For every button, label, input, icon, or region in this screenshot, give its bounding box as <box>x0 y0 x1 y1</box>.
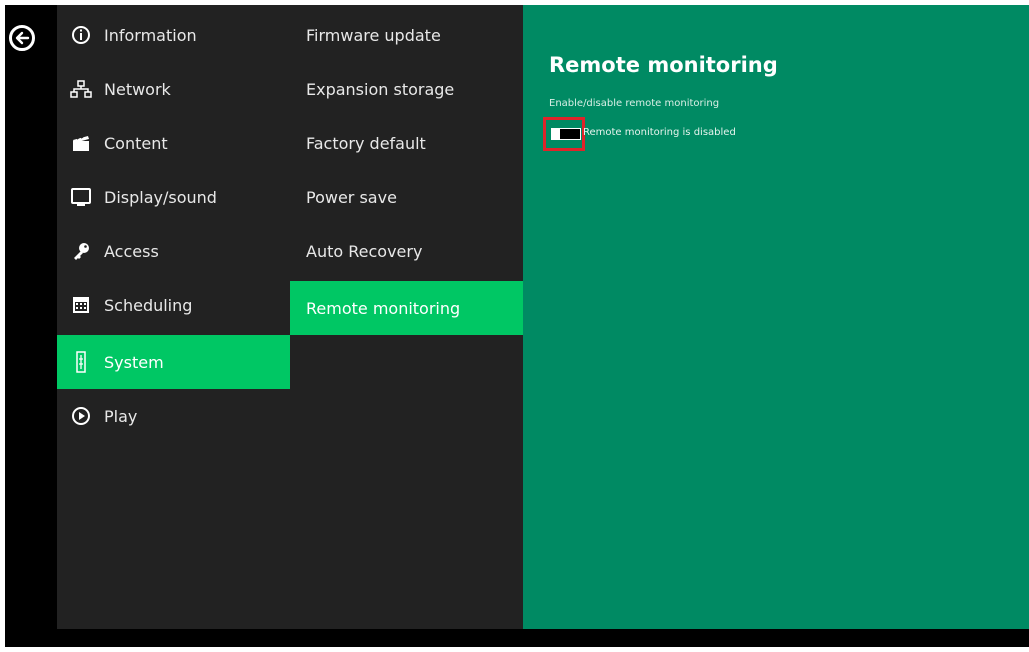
menu-item-label: Display/sound <box>104 187 217 207</box>
secondary-menu: Firmware update Expansion storage Factor… <box>290 5 523 629</box>
submenu-item-firmware-update[interactable]: Firmware update <box>290 8 523 62</box>
menu-item-access[interactable]: Access <box>57 224 290 278</box>
remote-monitoring-toggle-highlight[interactable] <box>543 117 585 151</box>
submenu-item-label: Firmware update <box>306 25 441 45</box>
submenu-item-expansion-storage[interactable]: Expansion storage <box>290 62 523 116</box>
submenu-item-power-save[interactable]: Power save <box>290 170 523 224</box>
network-icon <box>70 78 92 100</box>
submenu-item-label: Auto Recovery <box>306 241 423 261</box>
menu-item-information[interactable]: Information <box>57 8 290 62</box>
info-icon <box>70 24 92 46</box>
back-column <box>5 5 57 647</box>
system-icon <box>70 351 92 373</box>
submenu-item-factory-default[interactable]: Factory default <box>290 116 523 170</box>
clapperboard-icon <box>70 132 92 154</box>
monitor-icon <box>70 186 92 208</box>
submenu-item-label: Remote monitoring <box>306 298 461 318</box>
remote-monitoring-toggle[interactable] <box>551 128 581 140</box>
screen: Information Network Content Display/soun… <box>5 5 1029 647</box>
submenu-item-remote-monitoring[interactable]: Remote monitoring <box>290 281 523 335</box>
settings-panel: Remote monitoring Enable/disable remote … <box>523 5 1029 629</box>
menu-item-network[interactable]: Network <box>57 62 290 116</box>
menu-item-label: Access <box>104 241 159 261</box>
primary-menu: Information Network Content Display/soun… <box>57 5 290 629</box>
page-subtitle: Enable/disable remote monitoring <box>549 98 720 109</box>
submenu-item-label: Expansion storage <box>306 79 455 99</box>
menu-item-label: Information <box>104 25 197 45</box>
page-title: Remote monitoring <box>549 53 778 77</box>
menu-item-label: Scheduling <box>104 295 193 315</box>
key-icon <box>70 240 92 262</box>
menu-item-label: Content <box>104 133 168 153</box>
submenu-item-label: Power save <box>306 187 397 207</box>
menu-item-system[interactable]: System <box>57 335 290 389</box>
back-arrow-icon <box>15 31 30 45</box>
menu-item-scheduling[interactable]: Scheduling <box>57 278 290 332</box>
play-icon <box>70 405 92 427</box>
toggle-knob <box>552 129 560 139</box>
menu-item-label: System <box>104 352 164 372</box>
menu-item-content[interactable]: Content <box>57 116 290 170</box>
calendar-icon <box>70 294 92 316</box>
submenu-item-auto-recovery[interactable]: Auto Recovery <box>290 224 523 278</box>
menu-item-display-sound[interactable]: Display/sound <box>57 170 290 224</box>
menu-item-label: Network <box>104 79 171 99</box>
menu-item-label: Play <box>104 406 138 426</box>
toggle-status-label: Remote monitoring is disabled <box>583 127 736 138</box>
submenu-item-label: Factory default <box>306 133 426 153</box>
menu-item-play[interactable]: Play <box>57 389 290 443</box>
back-button[interactable] <box>9 25 35 51</box>
